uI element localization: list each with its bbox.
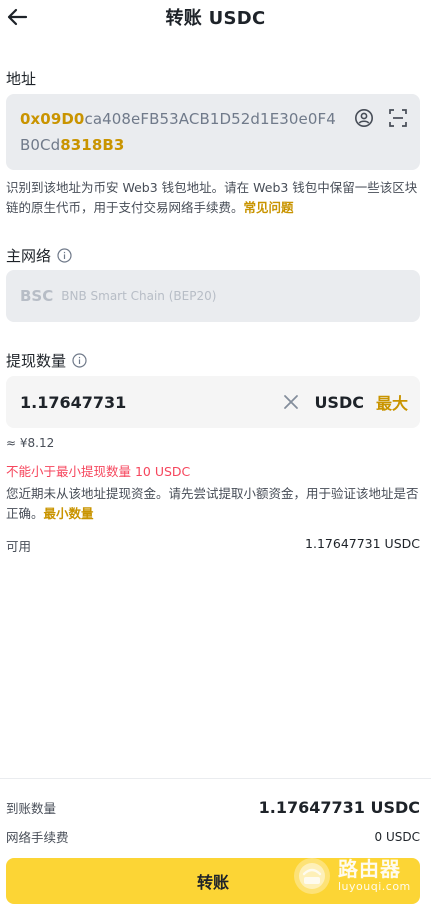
receive-label: 到账数量 — [6, 801, 57, 816]
watermark: 路由器 luyouqi.com — [292, 852, 424, 900]
router-logo-icon — [294, 858, 330, 894]
amount-field[interactable]: 1.17647731 USDC 最大 — [6, 376, 420, 428]
address-field[interactable]: 0x09D0ca408eFB53ACB1D52d1E30e0F4B0Cd8318… — [6, 94, 420, 170]
divider — [0, 778, 431, 779]
network-label: 主网络 — [6, 245, 72, 266]
watermark-cn: 路由器 — [338, 857, 401, 881]
watermark-en: luyouqi.com — [338, 880, 411, 893]
header: 转账 USDC — [0, 0, 431, 36]
min-amount-error: 不能小于最小提现数量 10 USDC — [6, 464, 191, 479]
network-selector[interactable]: BSC BNB Smart Chain (BEP20) — [6, 270, 420, 322]
info-icon[interactable] — [57, 248, 72, 263]
receive-row: 到账数量 1.17647731 USDC — [6, 798, 420, 817]
amount-warning: 您近期未从该地址提现资金。请先尝试提取小额资金，用于验证该地址是否正确。最小数量 — [6, 486, 419, 521]
address-value[interactable]: 0x09D0ca408eFB53ACB1D52d1E30e0F4B0Cd8318… — [20, 106, 338, 158]
fee-value: 0 USDC — [374, 829, 420, 844]
available-row: 可用 1.17647731 USDC — [6, 536, 420, 555]
receive-value: 1.17647731 USDC — [258, 798, 420, 817]
address-note: 识别到该地址为币安 Web3 钱包地址。请在 Web3 钱包中保留一些该区块链的… — [6, 180, 418, 215]
faq-link[interactable]: 常见问题 — [244, 200, 294, 215]
address-suffix: 8318B3 — [60, 136, 125, 154]
scan-qr-icon[interactable] — [388, 108, 408, 128]
available-label: 可用 — [6, 539, 32, 554]
address-actions — [354, 108, 408, 128]
watermark-text: 路由器 luyouqi.com — [338, 858, 411, 894]
page-title: 转账 USDC — [165, 8, 266, 29]
network-name: BNB Smart Chain (BEP20) — [61, 289, 217, 303]
amount-label: 提现数量 — [6, 350, 87, 371]
clear-icon[interactable] — [282, 393, 300, 411]
amount-unit: USDC — [314, 392, 364, 412]
fee-row: 网络手续费 0 USDC — [6, 827, 420, 846]
address-prefix: 0x09D0 — [20, 110, 85, 128]
amount-input[interactable]: 1.17647731 — [20, 393, 282, 412]
address-label: 地址 — [6, 70, 37, 88]
address-book-icon[interactable] — [354, 108, 374, 128]
min-amount-link[interactable]: 最小数量 — [44, 506, 94, 521]
network-code: BSC — [20, 287, 54, 305]
info-icon[interactable] — [72, 353, 87, 368]
max-button[interactable]: 最大 — [376, 390, 408, 414]
available-value: 1.17647731 USDC — [305, 536, 420, 551]
fee-label: 网络手续费 — [6, 830, 69, 845]
fiat-estimate: ≈ ¥8.12 — [6, 436, 55, 450]
